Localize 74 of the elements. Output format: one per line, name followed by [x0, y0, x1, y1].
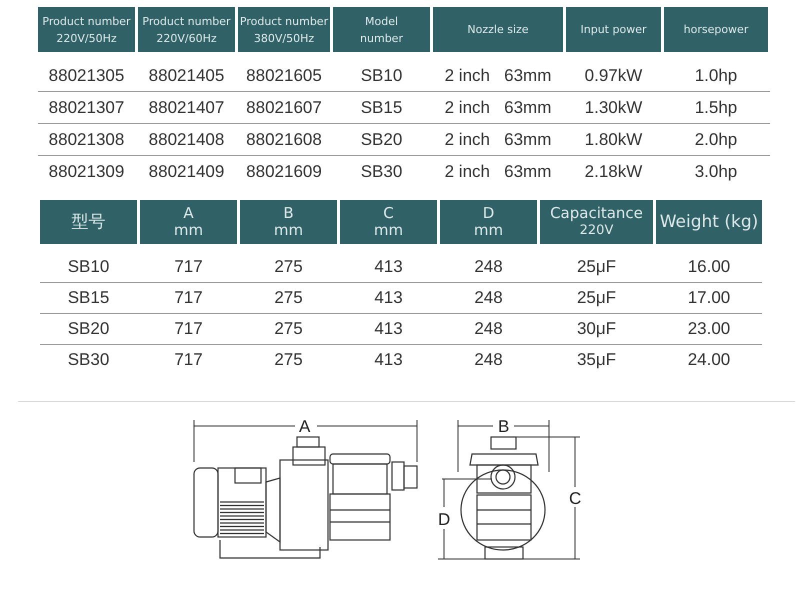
dimension-label: D [438, 510, 450, 529]
table-cell-text: 2 inch 63mm [444, 130, 552, 150]
column-header: Weight (kg) [656, 200, 762, 244]
table-cell-text: 88021307 [48, 98, 126, 118]
table-cell-text: 88021308 [48, 130, 126, 150]
table-cell-text: 88021605 [245, 66, 323, 86]
column-header: horsepower [664, 7, 768, 52]
table-cell-text: 248 [473, 350, 504, 370]
table-cell-text: 88021408 [148, 130, 226, 150]
table-cell-text: 2 inch 63mm [444, 98, 552, 118]
column-header: Nozzle size [433, 7, 563, 52]
table-cell-text: 88021608 [245, 130, 323, 150]
column-header: Product number 220V/50Hz [38, 7, 135, 52]
table-cell-text: 275 [273, 288, 304, 308]
table-cell-text: 413 [373, 319, 404, 339]
table-cell-text: 1.30kW [584, 98, 644, 118]
table-cell-text: 88021409 [148, 162, 226, 182]
table-cell-text: 1.5hp [694, 98, 738, 118]
table-cell-text: 413 [373, 257, 404, 277]
table-cell-text: SB10 [360, 66, 404, 86]
table-cell-text: 413 [373, 288, 404, 308]
table-cell-text: SB10 [66, 257, 110, 277]
column-header: Product number 380V/50Hz [238, 7, 330, 52]
table-cell-text: 717 [173, 288, 204, 308]
column-header: Capacitance 220V [540, 200, 653, 244]
table-cell-text: 23.00 [686, 319, 732, 339]
table-cell-text: SB20 [360, 130, 404, 150]
dimension-label: B [498, 417, 510, 436]
table-cell-text: 717 [173, 350, 204, 370]
table-cell-text: 88021309 [48, 162, 126, 182]
dimension-label: A [299, 417, 310, 436]
table-cell-text: 2 inch 63mm [444, 162, 552, 182]
column-header: Product number 220V/60Hz [138, 7, 235, 52]
column-header: Input power [566, 7, 661, 52]
table-cell-text: 35μF [576, 350, 618, 370]
table-cell-text: 16.00 [686, 257, 732, 277]
column-header: B mm [240, 200, 337, 244]
column-header: 型号 [40, 200, 137, 244]
table-cell-text: 717 [173, 319, 204, 339]
table-cell-text: 88021305 [48, 66, 126, 86]
table-cell-text: 248 [473, 319, 504, 339]
table-cell-text: 413 [373, 350, 404, 370]
table-cell-text: SB20 [66, 319, 110, 339]
table-cell-text: 17.00 [686, 288, 732, 308]
table-cell-text: 2 inch 63mm [444, 66, 552, 86]
table-cell-text: 24.00 [686, 350, 732, 370]
column-header: D mm [440, 200, 537, 244]
table-cell-text: 275 [273, 257, 304, 277]
table-cell-text: 3.0hp [694, 162, 738, 182]
table-cell-text: 2.18kW [584, 162, 644, 182]
table-cell-text: SB15 [360, 98, 404, 118]
table-cell-text: 88021609 [245, 162, 323, 182]
column-header: A mm [140, 200, 237, 244]
table-cell-text: 248 [473, 288, 504, 308]
table-cell-text: SB30 [66, 350, 110, 370]
table-cell-text: 25μF [576, 288, 618, 308]
table-cell-text: SB15 [66, 288, 110, 308]
column-header: Model number [333, 7, 430, 52]
table-cell-text: 717 [173, 257, 204, 277]
table-cell-text: 248 [473, 257, 504, 277]
table-cell-text: 275 [273, 319, 304, 339]
dimension-label: C [569, 489, 582, 508]
table-cell-text: 1.80kW [584, 130, 644, 150]
table-cell-text: 88021405 [148, 66, 226, 86]
table-cell-text: 1.0hp [694, 66, 738, 86]
table-cell-text: 25μF [576, 257, 618, 277]
table-cell-text: 0.97kW [584, 66, 644, 86]
table-cell-text: 88021407 [148, 98, 226, 118]
table-cell-text: 275 [273, 350, 304, 370]
table-cell-text: 88021607 [245, 98, 323, 118]
column-header: C mm [340, 200, 437, 244]
table-cell-text: 2.0hp [694, 130, 738, 150]
table-cell-text: 30μF [576, 319, 618, 339]
table-cell-text: SB30 [360, 162, 404, 182]
